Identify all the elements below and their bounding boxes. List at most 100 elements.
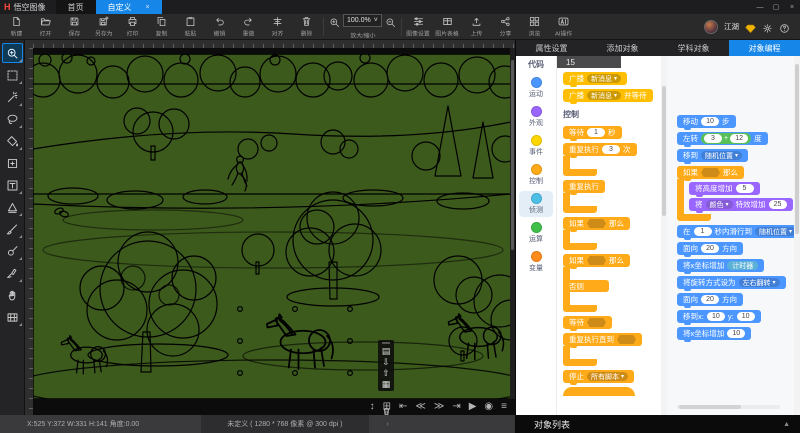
sensing-timer-block[interactable]: 计时器 bbox=[727, 261, 758, 270]
number-input[interactable]: 12 bbox=[730, 134, 748, 143]
rewind-button[interactable]: ≪ bbox=[415, 401, 425, 413]
merge-icon[interactable]: ▦ bbox=[379, 379, 393, 389]
block[interactable]: 如果那么否则 bbox=[563, 254, 630, 312]
category-变量[interactable]: 变量 bbox=[519, 249, 553, 275]
dropdown-input[interactable]: 随机位置▾ bbox=[755, 227, 794, 236]
new-button[interactable]: 新建 bbox=[2, 16, 31, 38]
block[interactable]: 面向20方向 bbox=[677, 293, 743, 306]
category-侦测[interactable]: 侦测 bbox=[519, 191, 553, 217]
block[interactable]: 左转3+12度 bbox=[677, 132, 768, 145]
brush-tool[interactable] bbox=[2, 219, 23, 239]
block-partial[interactable] bbox=[563, 387, 635, 396]
panel-tab-4[interactable]: 对象编程 bbox=[729, 40, 800, 56]
zoom-out-icon[interactable] bbox=[385, 15, 396, 26]
status-collapse-icon[interactable]: ‹ bbox=[387, 421, 389, 428]
number-input[interactable]: 3 bbox=[602, 145, 620, 154]
align-button[interactable]: 对齐 bbox=[263, 16, 292, 38]
hand-tool[interactable] bbox=[2, 285, 23, 305]
dropdown-input[interactable]: 随机位置▾ bbox=[701, 151, 742, 160]
save-button[interactable]: 保存 bbox=[60, 16, 89, 38]
c-block-header[interactable]: 重复执行 bbox=[563, 180, 605, 193]
tab-custom[interactable]: 自定义 × bbox=[96, 0, 162, 14]
panel-tab-3[interactable]: 学科对象 bbox=[658, 40, 729, 56]
object-list-bar[interactable]: 对象列表 ▲ bbox=[516, 415, 800, 433]
copy-button[interactable]: 复制 bbox=[147, 16, 176, 38]
undo-button[interactable]: 撤销 bbox=[205, 16, 234, 38]
c-block-header[interactable]: 如果那么 bbox=[563, 217, 630, 230]
block[interactable]: 将x坐标增加10 bbox=[677, 327, 751, 340]
vip-gem-icon[interactable] bbox=[745, 21, 756, 32]
boolean-slot[interactable] bbox=[701, 168, 720, 177]
block[interactable]: 广播新消息▾并等待 bbox=[563, 89, 653, 102]
block[interactable]: 重复执行3次 bbox=[563, 143, 637, 176]
c-block-header[interactable]: 重复执行直到 bbox=[563, 333, 642, 346]
first-button[interactable]: ⇤ bbox=[399, 401, 407, 413]
forward-button[interactable]: ≫ bbox=[434, 401, 444, 413]
dropdown-input[interactable]: 新消息▾ bbox=[587, 91, 621, 100]
avatar[interactable] bbox=[704, 20, 718, 34]
paste-button[interactable]: 粘贴 bbox=[176, 16, 205, 38]
operator-block[interactable]: 3+12 bbox=[701, 133, 751, 144]
settings-gear-icon[interactable] bbox=[762, 21, 773, 32]
layers-icon[interactable]: ▤ bbox=[379, 346, 393, 356]
number-input[interactable]: 20 bbox=[701, 295, 719, 304]
block[interactable]: 等待 bbox=[563, 316, 612, 329]
lasso-tool[interactable] bbox=[2, 109, 23, 129]
swap-button[interactable]: ↕ bbox=[370, 401, 375, 413]
number-input[interactable]: 3 bbox=[704, 134, 722, 143]
image-table-button[interactable]: 图片表格 bbox=[433, 16, 462, 38]
crop-tool[interactable] bbox=[2, 153, 23, 173]
boolean-slot[interactable] bbox=[587, 256, 606, 265]
block[interactable]: 移到随机位置▾ bbox=[677, 149, 748, 162]
boolean-slot[interactable] bbox=[587, 219, 606, 228]
dropdown-input[interactable]: 新消息▾ bbox=[587, 74, 621, 83]
upload-button[interactable]: 上传 bbox=[462, 16, 491, 38]
block[interactable]: 将高度增加5 bbox=[689, 182, 760, 195]
c-block-header[interactable]: 如果那么 bbox=[677, 166, 744, 179]
block[interactable]: 将旋转方式设为左右翻转▾ bbox=[677, 276, 786, 289]
retouch-tool[interactable] bbox=[2, 241, 23, 261]
dropdown-input[interactable]: 左右翻转▾ bbox=[739, 278, 780, 287]
redo-button[interactable]: 重做 bbox=[234, 16, 263, 38]
delete-button[interactable]: 删除 bbox=[292, 16, 321, 38]
number-input[interactable]: 1 bbox=[694, 227, 712, 236]
number-input[interactable]: 25 bbox=[769, 200, 787, 209]
zoom-level-select[interactable]: 100.0% ˅ bbox=[343, 14, 382, 27]
block[interactable]: 停止所有脚本▾ bbox=[563, 370, 634, 383]
play-button[interactable]: ▶ bbox=[469, 401, 477, 413]
number-input[interactable]: 10 bbox=[701, 117, 719, 126]
share-button[interactable]: 分享 bbox=[491, 16, 520, 38]
boolean-slot[interactable] bbox=[617, 335, 636, 344]
number-input[interactable]: 1 bbox=[587, 128, 605, 137]
ai-actions-button[interactable]: AI操作 bbox=[549, 16, 578, 38]
block[interactable]: 面向20方向 bbox=[677, 242, 743, 255]
panel-tab-1[interactable]: 属性设置 bbox=[516, 40, 587, 56]
script-area[interactable]: 移动10步左转3+12度移到随机位置▾如果那么将高度增加5将颜色▾特效增加25在… bbox=[667, 56, 794, 415]
block[interactable]: 移动10步 bbox=[677, 115, 736, 128]
open-button[interactable]: 打开 bbox=[31, 16, 60, 38]
block[interactable]: 将颜色▾特效增加25 bbox=[689, 198, 793, 211]
save-as-button[interactable]: 另存为 bbox=[89, 16, 118, 38]
tab-home[interactable]: 首页 bbox=[56, 0, 96, 14]
block[interactable]: 重复执行直到 bbox=[563, 333, 642, 366]
last-button[interactable]: ⇥ bbox=[452, 401, 460, 413]
expand-caret-icon[interactable]: ▲ bbox=[783, 421, 790, 428]
category-运动[interactable]: 运动 bbox=[519, 75, 553, 101]
block[interactable]: 等待1秒 bbox=[563, 126, 622, 139]
magic-wand-tool[interactable] bbox=[2, 87, 23, 107]
category-运算[interactable]: 运算 bbox=[519, 220, 553, 246]
text-tool[interactable] bbox=[2, 175, 23, 195]
boolean-slot[interactable] bbox=[587, 318, 606, 327]
grid-tool[interactable] bbox=[2, 307, 23, 327]
shape-tool[interactable] bbox=[2, 197, 23, 217]
photo-canvas[interactable] bbox=[33, 54, 511, 399]
move-down-icon[interactable]: ⇩ bbox=[379, 357, 393, 367]
browse-button[interactable]: 浏览 bbox=[520, 16, 549, 38]
object-tab[interactable]: 15 bbox=[557, 56, 621, 68]
zoom-in-icon[interactable] bbox=[329, 15, 340, 26]
block[interactable]: 如果那么将高度增加5 将颜色▾特效增加25 bbox=[677, 166, 793, 221]
tab-close-icon[interactable]: × bbox=[146, 4, 150, 11]
panel-tab-2[interactable]: 添加对象 bbox=[587, 40, 658, 56]
block[interactable]: 广播新消息▾ bbox=[563, 72, 627, 85]
help-icon[interactable] bbox=[779, 21, 790, 32]
